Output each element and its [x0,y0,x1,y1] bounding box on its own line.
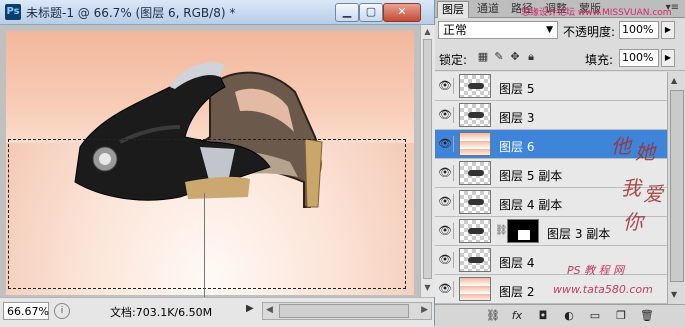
blend-opacity-row: 正常 ▼ 不透明度: 100% ▶ [435,19,685,43]
watermark-char: 她 [635,140,655,164]
layers-scroll-thumb[interactable] [670,90,684,282]
layer-name: 图层 4 副本 [499,198,563,212]
layer-thumbnail [459,219,491,243]
fill-field[interactable]: 100% [619,49,659,67]
layer-thumbnail [459,248,491,272]
lock-label: 锁定: [439,53,468,67]
layer-row-selected[interactable]: 👁︎ 图层 6 [435,130,667,159]
visibility-eye-icon[interactable]: 👁︎ [437,223,454,239]
adjustment-layer-icon[interactable]: ◐ [561,308,577,324]
lock-fill-row: 锁定: ▦ ✎ ✥ 🔒︎ 填充: 100% ▶ [435,46,685,71]
layer-name: 图层 5 [499,82,535,96]
scroll-down-icon[interactable]: ▼ [423,283,432,293]
layer-name: 图层 6 [499,140,535,154]
add-mask-icon[interactable]: ◘ [535,308,551,324]
layers-list: 👁︎ 图层 5 👁︎ 图层 3 👁︎ 图层 6 👁︎ 图层 5 副本 👁︎ 图层… [435,72,667,304]
document-title-bar[interactable]: Ps 未标题-1 @ 66.7% (图层 6, RGB/8) * ▁ ▢ ✕ [0,0,434,25]
scroll-up-icon[interactable]: ▲ [423,27,432,37]
canvas-horizontal-scrollbar[interactable]: ◀ ▶ [262,302,432,320]
layer-thumbnail [459,277,491,301]
layer-name: 图层 5 副本 [499,169,563,183]
layer-row[interactable]: 👁︎ 图层 5 [435,72,667,101]
scroll-left-icon[interactable]: ◀ [266,305,273,315]
zoom-field[interactable]: 66.67% [3,302,49,320]
maximize-button[interactable]: ▢ [359,3,383,22]
layer-mask-thumbnail[interactable] [507,219,539,243]
layers-bottom-toolbar: ⛓︎ fx ◘ ◐ ▭ ❐ 🗑︎ [435,304,685,327]
document-window: Ps 未标题-1 @ 66.7% (图层 6, RGB/8) * ▁ ▢ ✕ ▲… [0,0,435,327]
hscroll-thumb[interactable] [279,304,409,318]
layers-panel: 图层 通道 路径 调整 蒙版 思缘设计论坛 www.MISSVUAN.com ▾… [435,0,685,327]
layer-thumbnail [459,161,491,185]
watermark-char: 我 [621,176,641,200]
close-button[interactable]: ✕ [383,3,421,22]
lock-position-icon[interactable]: ✥ [509,51,521,63]
group-folder-icon[interactable]: ▭ [587,308,603,324]
scroll-thumb[interactable] [423,39,432,279]
visibility-eye-icon[interactable]: 👁︎ [437,281,454,297]
minimize-button[interactable]: ▁ [335,3,359,22]
canvas-vertical-scrollbar[interactable]: ▲ ▼ [420,25,435,297]
visibility-eye-icon[interactable]: 👁︎ [437,194,454,210]
blend-mode-select[interactable]: 正常 ▼ [438,21,558,39]
watermark-char: 爱 [643,182,663,206]
visibility-eye-icon[interactable]: 👁︎ [437,107,454,123]
layers-scrollbar[interactable]: ▲ ▼ [667,72,685,304]
chevron-down-icon: ▼ [546,25,553,35]
mask-link-icon[interactable]: ⛓︎ [495,225,508,236]
lock-all-icon[interactable]: 🔒︎ [525,51,537,63]
trash-icon[interactable]: 🗑︎ [639,308,655,324]
opacity-field[interactable]: 100% [619,21,659,39]
close-icon: ✕ [397,5,407,18]
layer-thumbnail [459,190,491,214]
layer-name: 图层 4 [499,256,535,270]
status-info-icon[interactable]: i [54,303,70,319]
layer-row[interactable]: 👁︎ 图层 4 [435,246,667,275]
photoshop-icon: Ps [5,4,21,20]
panel-menu-icon[interactable]: ▾≡ [666,2,679,13]
scroll-down-icon[interactable]: ▼ [671,290,677,299]
watermark-url: www.tata580.com [553,283,653,296]
new-layer-icon[interactable]: ❐ [613,308,629,324]
visibility-eye-icon[interactable]: 👁︎ [437,136,454,152]
status-menu-arrow-icon[interactable]: ▶ [246,303,256,317]
document-size-info: 文档:703.1K/6.50M [110,306,213,319]
visibility-eye-icon[interactable]: 👁︎ [437,165,454,181]
watermark-char: 他 [611,134,631,158]
lock-transparent-icon[interactable]: ▦ [477,51,489,63]
fx-icon[interactable]: fx [509,308,525,324]
fill-slider-button[interactable]: ▶ [661,49,675,67]
link-layers-icon[interactable]: ⛓︎ [485,308,501,324]
tab-layers[interactable]: 图层 [437,1,469,18]
layer-name: 图层 3 副本 [547,227,611,241]
layer-name: 图层 2 [499,285,535,299]
fill-label: 填充: [585,53,614,67]
guide-line [204,193,205,297]
layer-row[interactable]: 👁︎ 图层 3 [435,101,667,130]
lock-image-icon[interactable]: ✎ [493,51,505,63]
layer-name: 图层 3 [499,111,535,125]
tab-channels[interactable]: 通道 [473,1,503,17]
layer-thumbnail [459,103,491,127]
visibility-eye-icon[interactable]: 👁︎ [437,252,454,268]
minimize-icon: ▁ [342,5,352,18]
opacity-label: 不透明度: [563,25,616,39]
scroll-right-icon[interactable]: ▶ [421,305,428,315]
canvas-area[interactable] [0,25,420,297]
watermark-ps-text: PS 教 程 网 [567,264,625,277]
panel-tabs: 图层 通道 路径 调整 蒙版 思缘设计论坛 www.MISSVUAN.com ▾… [435,0,685,18]
opacity-slider-button[interactable]: ▶ [661,21,675,39]
scroll-up-icon[interactable]: ▲ [671,76,677,85]
forum-watermark: 思缘设计论坛 www.MISSVUAN.com [521,8,672,18]
layer-thumbnail [459,74,491,98]
visibility-eye-icon[interactable]: 👁︎ [437,78,454,94]
selection-marquee[interactable] [8,139,406,289]
document-title: 未标题-1 @ 66.7% (图层 6, RGB/8) * [26,6,236,20]
maximize-icon: ▢ [365,5,377,18]
layer-thumbnail [459,132,491,156]
status-bar: 66.67% i 文档:703.1K/6.50M ▶ ◀ ▶ [0,297,434,327]
watermark-char: 你 [623,210,643,234]
blend-mode-value: 正常 [443,23,468,37]
